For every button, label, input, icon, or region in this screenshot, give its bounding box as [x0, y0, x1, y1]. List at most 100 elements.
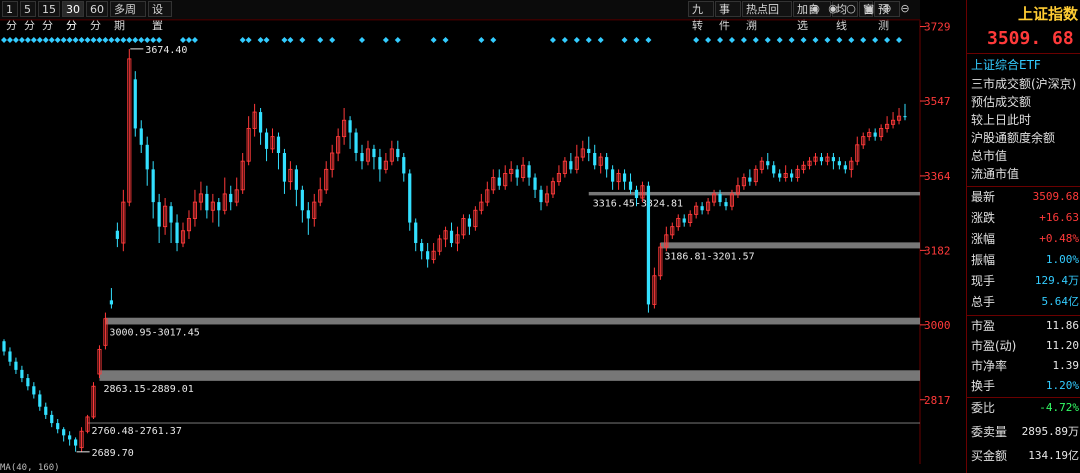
- signal-marker: [138, 37, 145, 43]
- quote-row: 最新 3509.68: [971, 188, 1079, 206]
- period-tab-0[interactable]: 1分: [2, 1, 18, 32]
- candle-body: [282, 152, 287, 182]
- plus-circle-icon[interactable]: ⊕: [880, 2, 894, 16]
- y-tick-label: 2817: [924, 394, 951, 407]
- annotation-label: 2689.70: [92, 448, 134, 459]
- candle-body: [306, 210, 310, 219]
- signal-marker: [191, 37, 198, 43]
- period-tab-6[interactable]: 设置: [148, 1, 172, 32]
- quote-key: 最新: [971, 190, 996, 204]
- tool-tab-2[interactable]: 热点回溯: [742, 1, 792, 32]
- candle-body: [2, 341, 6, 352]
- circle-icon[interactable]: ○: [844, 2, 858, 16]
- candle-body: [396, 148, 400, 158]
- candle-body: [515, 169, 519, 178]
- gap-band: [87, 422, 920, 424]
- signal-marker: [180, 37, 187, 43]
- trash-icon[interactable]: ▣: [862, 2, 876, 16]
- candle-body: [467, 218, 472, 227]
- candle-body: [294, 169, 298, 190]
- signal-marker: [597, 37, 604, 43]
- candle-body: [20, 369, 24, 379]
- signal-marker: [30, 37, 37, 43]
- candle-body: [837, 161, 841, 166]
- quote-row: 涨幅 +0.48%: [971, 230, 1079, 248]
- quote-key: 振幅: [971, 253, 996, 267]
- candle-body: [593, 152, 597, 166]
- signal-marker: [150, 37, 157, 43]
- candle-body: [587, 148, 591, 153]
- candle-body: [533, 177, 537, 190]
- signal-marker: [549, 37, 556, 43]
- divider: [967, 53, 1080, 54]
- signal-marker: [114, 37, 121, 43]
- candle-body: [258, 112, 263, 133]
- quote-value: 129.4万: [1034, 274, 1079, 287]
- signal-marker: [18, 37, 25, 43]
- candle-body: [426, 251, 430, 260]
- candle-body: [449, 230, 454, 244]
- candle-body: [145, 144, 149, 170]
- candle-body: [527, 165, 531, 178]
- quote-key: 买金额: [971, 449, 1008, 463]
- signal-marker: [245, 37, 252, 43]
- candle-body: [157, 202, 161, 227]
- quote-value: 1.39: [1052, 359, 1080, 372]
- quote-key: 现手: [971, 274, 996, 288]
- signal-marker: [633, 37, 640, 43]
- minus-circle-icon[interactable]: ⊖: [898, 2, 912, 16]
- candle-body: [68, 435, 72, 440]
- signal-marker: [860, 37, 867, 43]
- divider: [967, 186, 1080, 187]
- kline-chart[interactable]: 3729 3547 3364 3182 3000 2817 3316.45-3324.81 3…: [0, 20, 966, 464]
- signal-marker: [287, 37, 294, 43]
- period-tab-5[interactable]: 多周期: [110, 1, 146, 32]
- eye-icon[interactable]: ◉: [826, 2, 840, 16]
- period-tab-3[interactable]: 30分: [62, 1, 84, 32]
- candle-body: [539, 189, 543, 203]
- signal-marker: [824, 37, 831, 43]
- candle-body: [790, 173, 794, 178]
- related-etf-link[interactable]: 上证综合ETF: [971, 56, 1041, 73]
- signal-marker: [90, 37, 97, 43]
- gap-band: [99, 370, 920, 381]
- signal-marker: [96, 37, 103, 43]
- candle-body: [151, 169, 155, 203]
- candle-body: [56, 423, 60, 430]
- signal-marker: [442, 37, 449, 43]
- quote-key: 市盈: [971, 319, 996, 333]
- signal-marker: [705, 37, 712, 43]
- candle-body: [831, 157, 835, 162]
- period-tab-4[interactable]: 60分: [86, 1, 108, 32]
- signal-marker: [896, 37, 903, 43]
- candle-body: [718, 193, 722, 203]
- candle-body: [354, 132, 358, 153]
- circle-dot-icon[interactable]: ◉: [808, 2, 822, 16]
- candle-body: [14, 361, 18, 370]
- candle-body: [700, 206, 704, 211]
- quote-panel: 上证指数 3509. 68 上证综合ETF 三市成交额(沪深京) 预估成交额 较上日…: [966, 0, 1080, 473]
- signal-marker: [872, 37, 879, 43]
- candle-body: [420, 243, 424, 252]
- quote-row: 换手 1.20%: [971, 377, 1079, 395]
- signal-marker: [120, 37, 127, 43]
- period-tab-1[interactable]: 5分: [20, 1, 36, 32]
- period-tab-2[interactable]: 15分: [38, 1, 60, 32]
- tool-tab-1[interactable]: 事件: [715, 1, 741, 32]
- signal-marker: [788, 37, 795, 43]
- y-tick-label: 3182: [924, 244, 951, 257]
- quote-row: 涨跌 +16.63: [971, 209, 1079, 227]
- quote-row: 总手 5.64亿: [971, 293, 1079, 311]
- candle-body: [682, 218, 686, 223]
- stat-item: 三市成交额(沪深京): [971, 77, 1077, 91]
- signal-marker: [84, 37, 91, 43]
- divider: [967, 315, 1080, 316]
- tool-tab-0[interactable]: 九转: [688, 1, 714, 32]
- signal-marker: [144, 37, 151, 43]
- signal-marker: [382, 37, 389, 43]
- quote-value: +0.48%: [1039, 232, 1079, 245]
- signal-marker: [621, 37, 628, 43]
- signal-marker: [54, 37, 61, 43]
- gap-band-label: 2863.15-2889.01: [103, 384, 193, 395]
- quote-key: 换手: [971, 379, 996, 393]
